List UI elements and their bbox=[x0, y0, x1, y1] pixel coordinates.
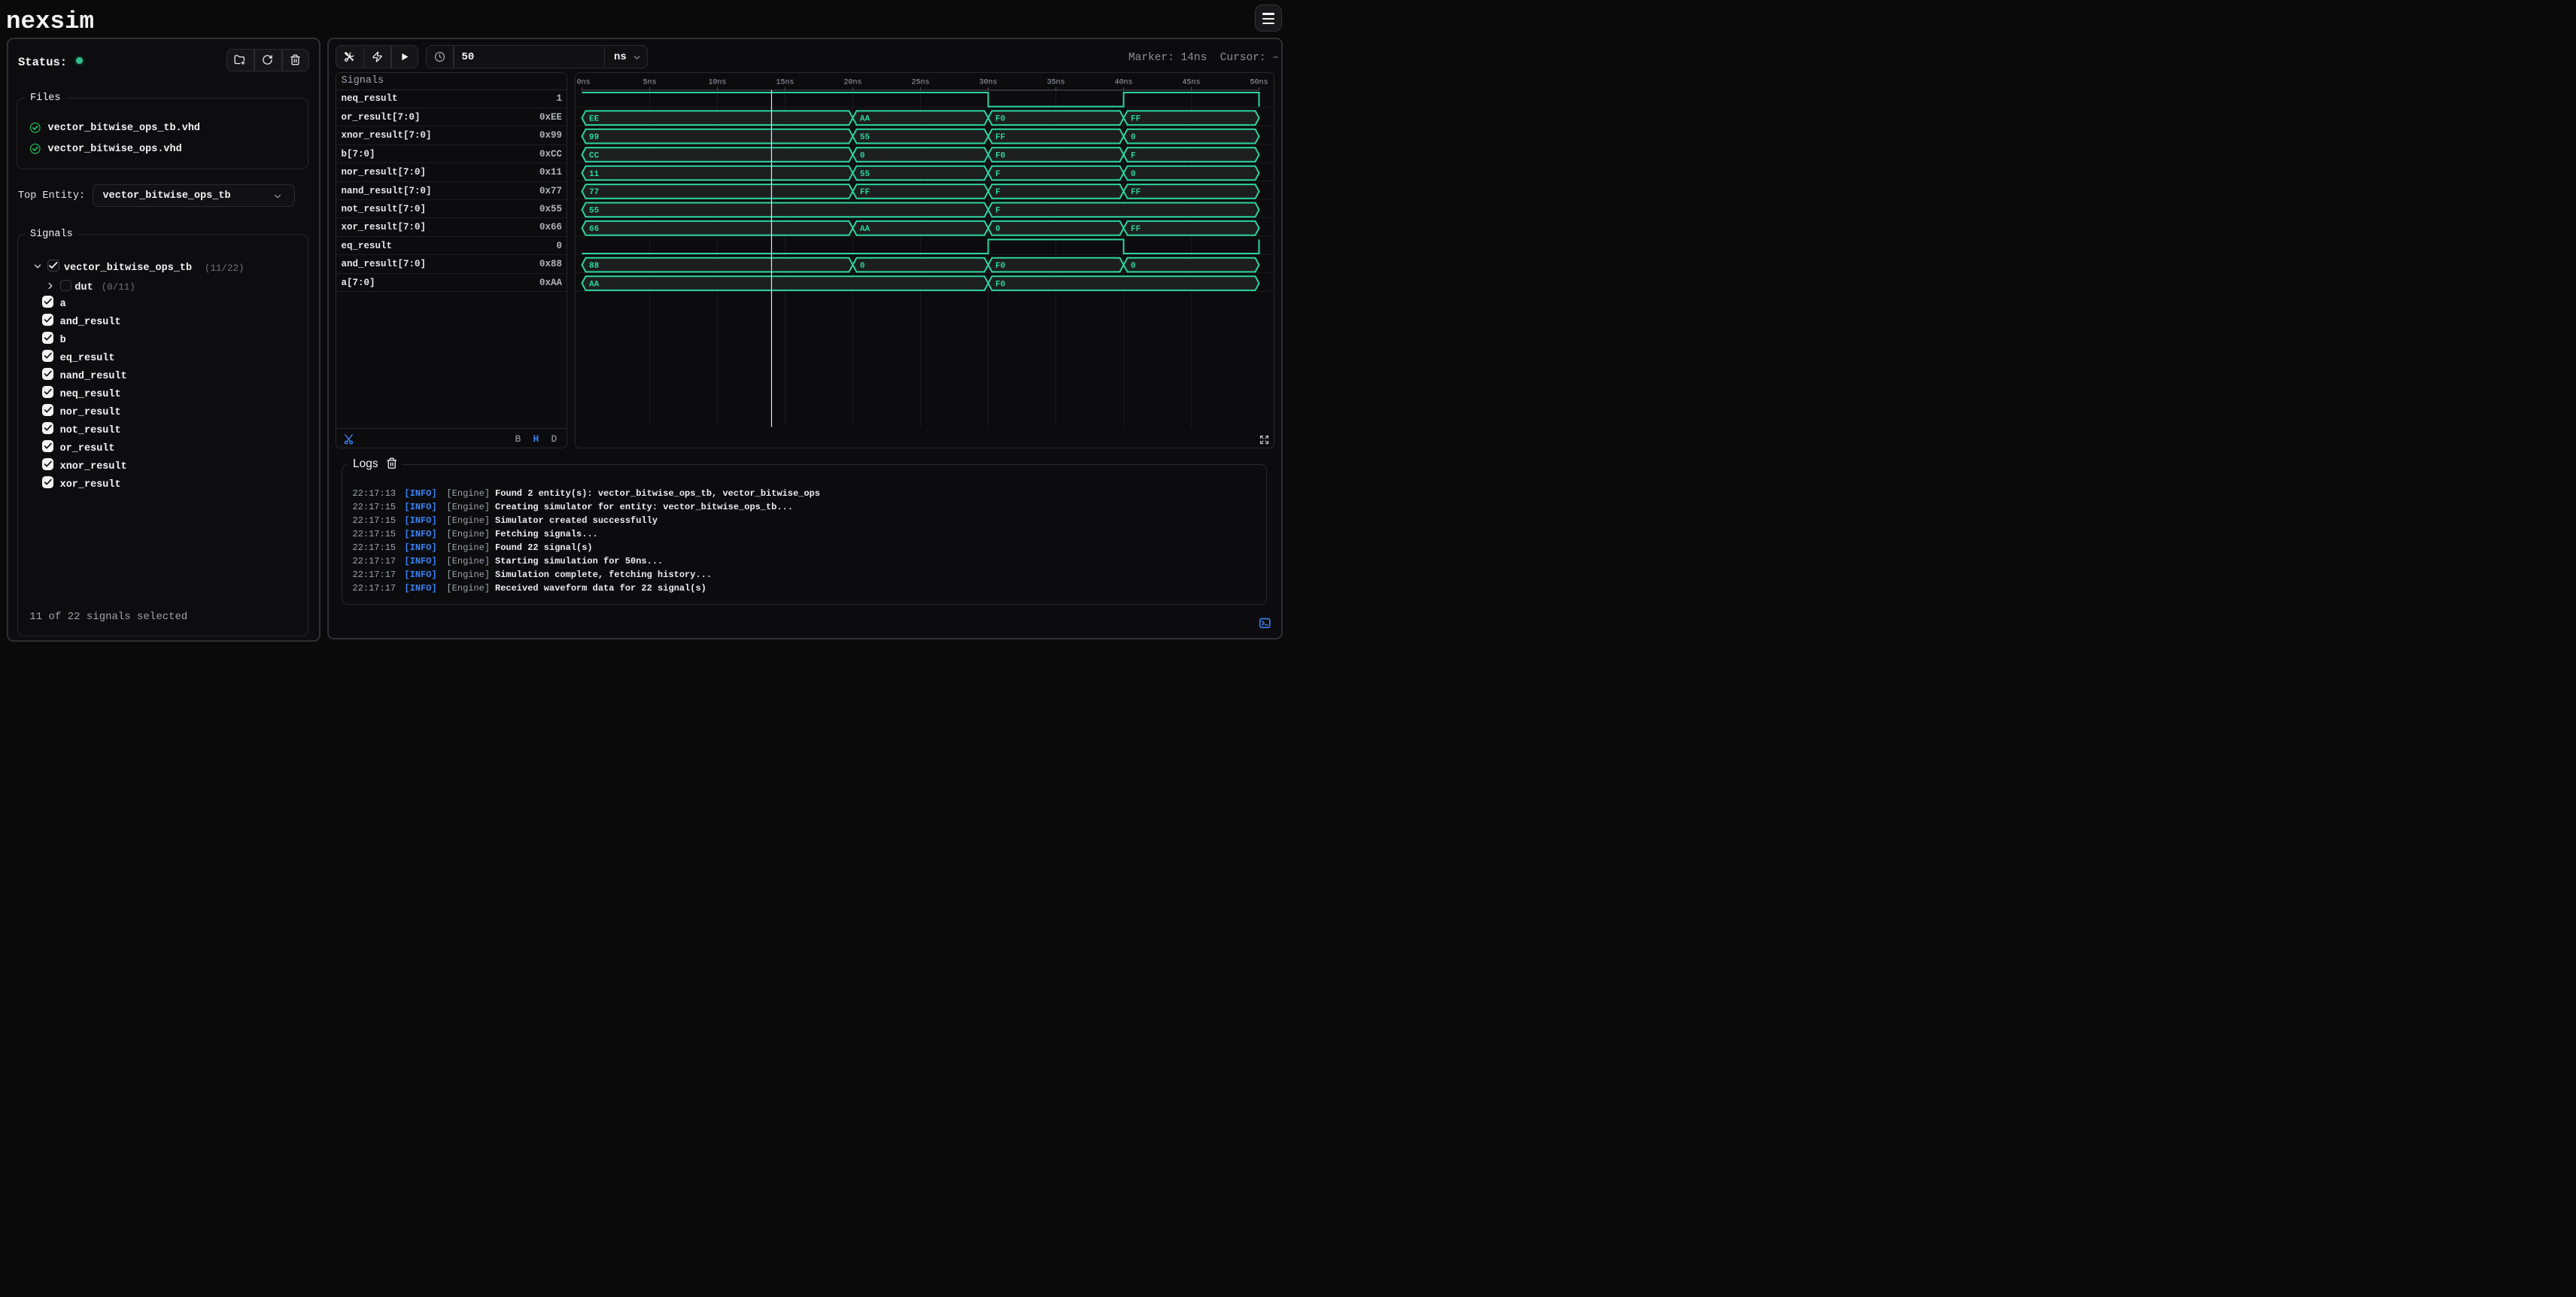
svg-text:55: 55 bbox=[860, 170, 870, 179]
svg-text:AA: AA bbox=[860, 115, 870, 124]
svg-text:20ns: 20ns bbox=[843, 79, 861, 87]
svg-text:F: F bbox=[995, 188, 1001, 197]
svg-text:FF: FF bbox=[995, 133, 1005, 142]
svg-text:AA: AA bbox=[589, 280, 600, 289]
svg-text:F0: F0 bbox=[995, 151, 1005, 160]
svg-text:55: 55 bbox=[589, 207, 600, 216]
svg-text:FF: FF bbox=[860, 188, 870, 197]
svg-text:15ns: 15ns bbox=[776, 79, 794, 87]
svg-text:88: 88 bbox=[589, 262, 600, 271]
svg-text:AA: AA bbox=[860, 225, 870, 234]
svg-text:0: 0 bbox=[1131, 262, 1136, 271]
svg-text:EE: EE bbox=[589, 115, 600, 124]
svg-text:0: 0 bbox=[1131, 133, 1136, 142]
svg-text:5ns: 5ns bbox=[642, 79, 656, 87]
svg-text:45ns: 45ns bbox=[1182, 79, 1200, 87]
svg-text:0: 0 bbox=[995, 225, 1001, 234]
svg-text:CC: CC bbox=[589, 151, 600, 160]
svg-text:55: 55 bbox=[860, 133, 870, 142]
svg-text:11: 11 bbox=[589, 170, 600, 179]
svg-text:FF: FF bbox=[1131, 115, 1141, 124]
svg-text:99: 99 bbox=[589, 133, 599, 142]
svg-text:0ns: 0ns bbox=[576, 79, 590, 87]
svg-text:F0: F0 bbox=[995, 280, 1005, 289]
svg-text:FF: FF bbox=[1131, 225, 1141, 234]
svg-text:F: F bbox=[995, 207, 1001, 216]
svg-text:40ns: 40ns bbox=[1114, 79, 1132, 87]
svg-text:FF: FF bbox=[1131, 188, 1141, 197]
svg-text:50ns: 50ns bbox=[1250, 79, 1268, 87]
svg-text:F0: F0 bbox=[995, 262, 1005, 271]
svg-text:F0: F0 bbox=[995, 115, 1005, 124]
svg-text:25ns: 25ns bbox=[911, 79, 929, 87]
svg-text:F: F bbox=[995, 170, 1001, 179]
svg-text:30ns: 30ns bbox=[979, 79, 997, 87]
svg-text:66: 66 bbox=[589, 225, 599, 234]
svg-text:0: 0 bbox=[860, 151, 865, 160]
svg-text:77: 77 bbox=[589, 188, 599, 197]
svg-text:0: 0 bbox=[1131, 170, 1136, 179]
svg-text:35ns: 35ns bbox=[1046, 79, 1065, 87]
svg-text:F: F bbox=[1131, 151, 1136, 160]
svg-text:0: 0 bbox=[860, 262, 865, 271]
svg-text:10ns: 10ns bbox=[708, 79, 726, 87]
